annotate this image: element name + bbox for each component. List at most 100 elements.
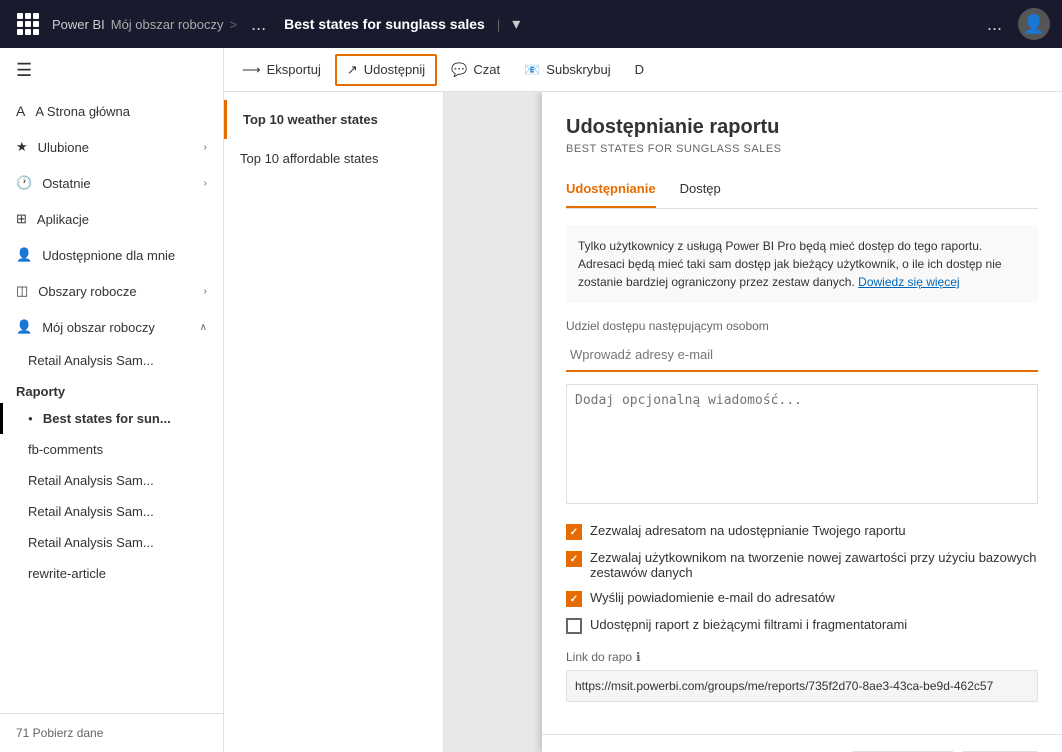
email-input[interactable] bbox=[566, 339, 1038, 372]
home-icon: A bbox=[16, 103, 25, 119]
title-chevron[interactable]: ▾ bbox=[512, 14, 520, 34]
page-item-affordable[interactable]: Top 10 affordable states bbox=[224, 139, 443, 178]
page-list: Top 10 weather states Top 10 affordable … bbox=[224, 92, 444, 752]
page-weather-label: Top 10 weather states bbox=[243, 112, 378, 127]
page-item-weather[interactable]: Top 10 weather states bbox=[224, 100, 443, 139]
checkbox-2[interactable]: ✓ bbox=[566, 591, 582, 607]
share-button[interactable]: ↗ Udostępnij bbox=[335, 54, 437, 86]
checkbox-0[interactable]: ✓ bbox=[566, 524, 582, 540]
best-states-label: Best states for sun... bbox=[43, 411, 171, 426]
sidebar-sub-retail-2[interactable]: Retail Analysis Sam... bbox=[0, 465, 223, 496]
subscribe-label: Subskrybuj bbox=[546, 62, 610, 77]
sidebar-item-home[interactable]: A A Strona główna bbox=[0, 93, 223, 129]
toolbar-more-button[interactable]: D bbox=[625, 56, 654, 83]
sidebar-sub-rewrite[interactable]: rewrite-article bbox=[0, 558, 223, 589]
sidebar-header: ☰ bbox=[0, 48, 223, 93]
sidebar-item-workspaces[interactable]: ◫ Obszary robocze › bbox=[0, 273, 223, 309]
avatar-icon: 👤 bbox=[1023, 14, 1045, 35]
checkbox-label-1: Zezwalaj użytkownikom na tworzenie nowej… bbox=[590, 550, 1038, 580]
main-layout: ☰ A A Strona główna ★ Ulubione › 🕐 Ostat… bbox=[0, 48, 1062, 752]
my-workspace-icon: 👤 bbox=[16, 319, 32, 335]
sidebar-sub-best-states[interactable]: ● Best states for sun... bbox=[0, 403, 223, 434]
retail-2-label: Retail Analysis Sam... bbox=[28, 473, 154, 488]
info-link[interactable]: Dowiedz się więcej bbox=[858, 275, 959, 289]
export-icon: ⟶ bbox=[242, 62, 261, 78]
retail-1-label: Retail Analysis Sam... bbox=[28, 353, 154, 368]
workspace-label[interactable]: Mój obszar roboczy bbox=[111, 17, 224, 32]
share-panel-header: Udostępnianie raportu BEST STATES FOR SU… bbox=[542, 92, 1062, 171]
share-tabs: Udostępnianie Dostęp bbox=[566, 171, 1038, 209]
sidebar-item-apps[interactable]: ⊞ Aplikacje bbox=[0, 201, 223, 237]
powerbi-label: Power BI bbox=[52, 17, 105, 32]
sidebar-sub-retail-4[interactable]: Retail Analysis Sam... bbox=[0, 527, 223, 558]
report-title: Best states for sunglass sales bbox=[284, 16, 485, 32]
fb-comments-label: fb-comments bbox=[28, 442, 103, 457]
toolbar: ⟶ Eksportuj ↗ Udostępnij 💬 Czat 📧 Subskr… bbox=[224, 48, 1062, 92]
checkbox-row-2: ✓ Wyślij powiadomienie e-mail do adresat… bbox=[566, 590, 1038, 607]
apps-label: Aplikacje bbox=[37, 212, 89, 227]
toolbar-more-label: D bbox=[635, 62, 644, 77]
workspaces-chevron: › bbox=[204, 286, 207, 297]
link-section: Link do rapo ℹ https://msit.powerbi.com/… bbox=[566, 650, 1038, 702]
message-textarea[interactable] bbox=[566, 384, 1038, 504]
checkbox-row-3: Udostępnij raport z bieżącymi filtrami i… bbox=[566, 617, 1038, 634]
tab-access[interactable]: Dostęp bbox=[680, 171, 721, 208]
topbar-more-dots[interactable]: ... bbox=[245, 14, 272, 35]
share-panel-subtitle: BEST STATES FOR SUNGLASS SALES bbox=[566, 143, 1038, 155]
sidebar-item-shared[interactable]: 👤 Udostępnione dla mnie bbox=[0, 237, 223, 273]
waffle-icon bbox=[17, 13, 39, 35]
rewrite-label: rewrite-article bbox=[28, 566, 106, 581]
my-workspace-label: Mój obszar roboczy bbox=[42, 320, 155, 335]
home-label: A Strona główna bbox=[35, 104, 130, 119]
recent-chevron: › bbox=[204, 178, 207, 189]
sidebar-footer[interactable]: 71 Pobierz dane bbox=[0, 713, 223, 752]
chat-label: Czat bbox=[473, 62, 500, 77]
title-separator: | bbox=[497, 17, 500, 32]
waffle-menu-button[interactable] bbox=[12, 8, 44, 40]
sidebar-item-recent[interactable]: 🕐 Ostatnie › bbox=[0, 165, 223, 201]
sidebar-reports-section: Raporty bbox=[0, 376, 223, 403]
retail-4-label: Retail Analysis Sam... bbox=[28, 535, 154, 550]
sidebar-sub-retail-1[interactable]: Retail Analysis Sam... bbox=[0, 345, 223, 376]
workspaces-label: Obszary robocze bbox=[38, 284, 136, 299]
chat-button[interactable]: 💬 Czat bbox=[441, 56, 510, 84]
checkbox-3[interactable] bbox=[566, 618, 582, 634]
favorites-label: Ulubione bbox=[38, 140, 89, 155]
link-label: Link do rapo ℹ bbox=[566, 650, 1038, 664]
info-box: Tylko użytkownicy z usługą Power BI Pro … bbox=[566, 225, 1038, 303]
content-row: Top 10 weather states Top 10 affordable … bbox=[224, 92, 1062, 752]
checkbox-row-0: ✓ Zezwalaj adresatom na udostępnianie Tw… bbox=[566, 523, 1038, 540]
my-workspace-chevron: ∧ bbox=[200, 322, 207, 333]
share-panel-title: Udostępnianie raportu bbox=[566, 116, 1038, 139]
share-panel: Udostępnianie raportu BEST STATES FOR SU… bbox=[542, 92, 1062, 752]
shared-label: Udostępnione dla mnie bbox=[42, 248, 175, 263]
sidebar-item-my-workspace[interactable]: 👤 Mój obszar roboczy ∧ bbox=[0, 309, 223, 345]
checkbox-label-3: Udostępnij raport z bieżącymi filtrami i… bbox=[590, 617, 907, 632]
sidebar-sub-retail-3[interactable]: Retail Analysis Sam... bbox=[0, 496, 223, 527]
hamburger-button[interactable]: ☰ bbox=[16, 60, 32, 80]
apps-icon: ⊞ bbox=[16, 211, 27, 227]
checkbox-label-2: Wyślij powiadomienie e-mail do adresatów bbox=[590, 590, 835, 605]
topbar-options-button[interactable]: ... bbox=[979, 14, 1010, 35]
link-url[interactable]: https://msit.powerbi.com/groups/me/repor… bbox=[566, 670, 1038, 702]
sidebar: ☰ A A Strona główna ★ Ulubione › 🕐 Ostat… bbox=[0, 48, 224, 752]
sidebar-item-favorites[interactable]: ★ Ulubione › bbox=[0, 129, 223, 165]
shared-icon: 👤 bbox=[16, 247, 32, 263]
subscribe-button[interactable]: 📧 Subskrybuj bbox=[514, 56, 621, 84]
tab-share[interactable]: Udostępnianie bbox=[566, 171, 656, 208]
checkbox-1[interactable]: ✓ bbox=[566, 551, 582, 567]
chat-icon: 💬 bbox=[451, 62, 467, 78]
checkbox-row-1: ✓ Zezwalaj użytkownikom na tworzenie now… bbox=[566, 550, 1038, 580]
page-affordable-label: Top 10 affordable states bbox=[240, 151, 379, 166]
export-button[interactable]: ⟶ Eksportuj bbox=[232, 56, 331, 84]
topbar: Power BI Mój obszar roboczy > ... Best s… bbox=[0, 0, 1062, 48]
sidebar-sub-fb-comments[interactable]: fb-comments bbox=[0, 434, 223, 465]
favorites-chevron: › bbox=[204, 142, 207, 153]
recent-label: Ostatnie bbox=[42, 176, 90, 191]
footer-label: 71 Pobierz dane bbox=[16, 726, 103, 740]
field-label: Udziel dostępu następującym osobom bbox=[566, 319, 1038, 333]
breadcrumb-separator: > bbox=[229, 17, 237, 32]
user-avatar[interactable]: 👤 bbox=[1018, 8, 1050, 40]
favorites-icon: ★ bbox=[16, 139, 28, 155]
brand-label: Power BI Mój obszar roboczy > bbox=[52, 17, 237, 32]
